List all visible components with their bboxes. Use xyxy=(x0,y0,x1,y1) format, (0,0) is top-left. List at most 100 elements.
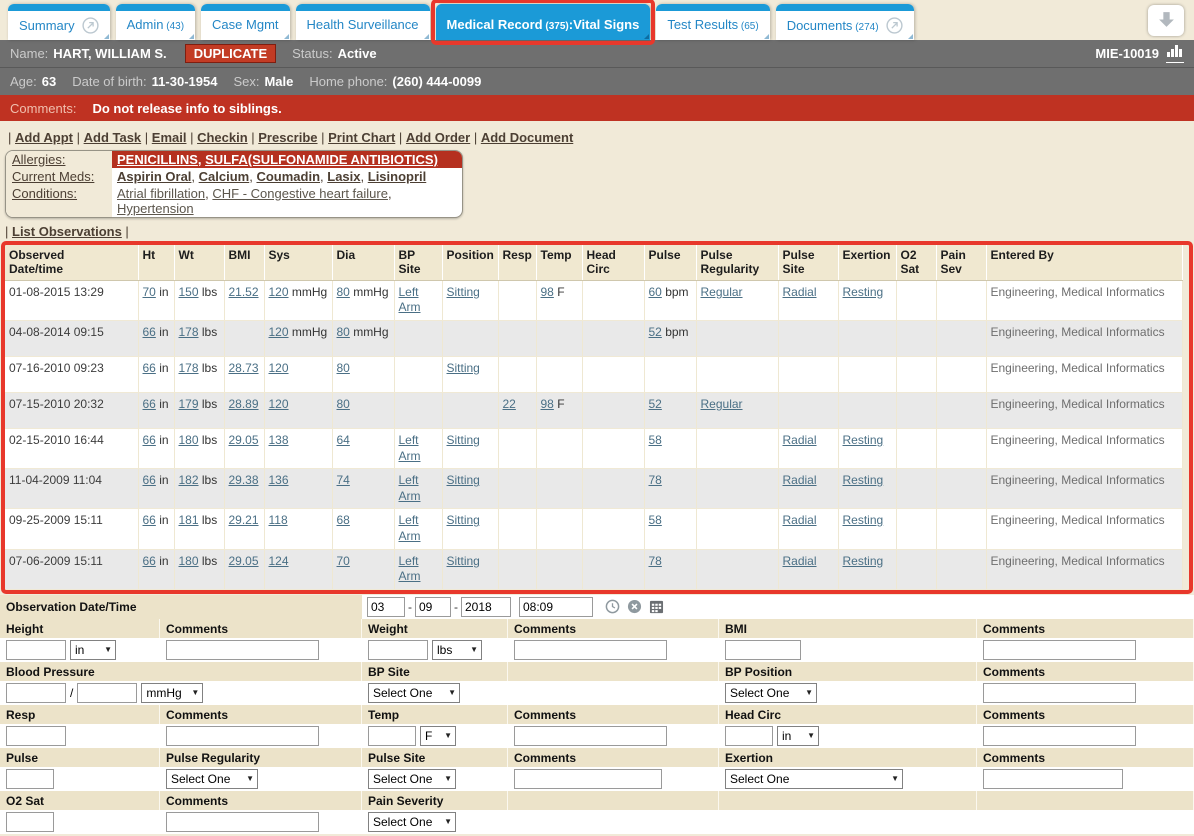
observation-value-link[interactable]: Left Arm xyxy=(399,473,421,503)
observation-value-link[interactable]: 52 xyxy=(649,397,662,411)
external-link-icon[interactable] xyxy=(82,17,99,37)
observation-value-link[interactable]: 80 xyxy=(337,361,350,375)
condition-link-hypertension[interactable]: Hypertension xyxy=(117,201,194,216)
observation-value-link[interactable]: 52 xyxy=(649,325,662,339)
bp-systolic-input[interactable] xyxy=(6,683,66,703)
observation-value-link[interactable]: 118 xyxy=(269,513,288,527)
observation-value-link[interactable]: Resting xyxy=(843,473,884,487)
observation-value-link[interactable]: 68 xyxy=(337,513,350,527)
obs-date-month-input[interactable] xyxy=(367,597,405,617)
observation-value-link[interactable]: 58 xyxy=(649,513,662,527)
observation-value-link[interactable]: 66 xyxy=(143,397,156,411)
head-circ-comments-input[interactable] xyxy=(983,726,1136,746)
observation-value-link[interactable]: Radial xyxy=(783,513,817,527)
observation-value-link[interactable]: 66 xyxy=(143,325,156,339)
tab-medical-record[interactable]: Medical Record (375):Vital Signs xyxy=(436,4,651,40)
expand-down-button[interactable] xyxy=(1148,5,1184,36)
observation-value-link[interactable]: 29.05 xyxy=(229,433,259,447)
observation-value-link[interactable]: 80 xyxy=(337,397,350,411)
bp-position-select[interactable]: Select One▼ xyxy=(725,683,817,703)
observation-value-link[interactable]: 98 xyxy=(541,285,554,299)
head-circ-input[interactable] xyxy=(725,726,773,746)
action-link-add-task[interactable]: Add Task xyxy=(84,130,142,145)
observation-value-link[interactable]: 28.89 xyxy=(229,397,259,411)
observation-value-link[interactable]: 80 xyxy=(337,325,350,339)
bp-site-select[interactable]: Select One▼ xyxy=(368,683,460,703)
observation-value-link[interactable]: 22 xyxy=(503,397,516,411)
bmi-input[interactable] xyxy=(725,640,801,660)
pulse-comments-input[interactable] xyxy=(514,769,662,789)
med-link-lasix[interactable]: Lasix xyxy=(327,169,360,184)
action-link-checkin[interactable]: Checkin xyxy=(197,130,248,145)
observation-value-link[interactable]: Left Arm xyxy=(399,433,421,463)
conditions-label-link[interactable]: Conditions: xyxy=(12,186,77,201)
observation-value-link[interactable]: 124 xyxy=(269,554,289,568)
observation-value-link[interactable]: 78 xyxy=(649,473,662,487)
observation-value-link[interactable]: Radial xyxy=(783,554,817,568)
bp-diastolic-input[interactable] xyxy=(77,683,137,703)
observation-value-link[interactable]: Radial xyxy=(783,433,817,447)
observation-value-link[interactable]: 74 xyxy=(337,473,350,487)
height-comments-input[interactable] xyxy=(166,640,319,660)
observation-value-link[interactable]: 179 xyxy=(179,397,199,411)
head-circ-unit-select[interactable]: in▼ xyxy=(777,726,819,746)
observation-value-link[interactable]: 64 xyxy=(337,433,350,447)
resp-input[interactable] xyxy=(6,726,66,746)
observation-value-link[interactable]: 120 xyxy=(269,361,289,375)
obs-date-year-input[interactable] xyxy=(461,597,511,617)
action-link-add-order[interactable]: Add Order xyxy=(406,130,470,145)
bp-comments-input[interactable] xyxy=(983,683,1136,703)
o2-sat-comments-input[interactable] xyxy=(166,812,319,832)
action-link-prescribe[interactable]: Prescribe xyxy=(258,130,317,145)
observation-value-link[interactable]: 66 xyxy=(143,513,156,527)
observation-value-link[interactable]: 150 xyxy=(179,285,199,299)
med-link-coumadin[interactable]: Coumadin xyxy=(256,169,320,184)
tab-test-results[interactable]: Test Results (65) xyxy=(656,4,769,40)
observation-value-link[interactable]: Resting xyxy=(843,433,884,447)
observation-value-link[interactable]: 178 xyxy=(179,361,199,375)
observation-value-link[interactable]: 120 xyxy=(269,325,289,339)
observation-value-link[interactable]: 60 xyxy=(649,285,662,299)
med-link-aspirin-oral[interactable]: Aspirin Oral xyxy=(117,169,191,184)
allergies-label-link[interactable]: Allergies: xyxy=(12,152,65,167)
o2-sat-input[interactable] xyxy=(6,812,54,832)
observation-value-link[interactable]: Left Arm xyxy=(399,513,421,543)
weight-comments-input[interactable] xyxy=(514,640,667,660)
observation-value-link[interactable]: 66 xyxy=(143,473,156,487)
bp-unit-select[interactable]: mmHg▼ xyxy=(141,683,203,703)
tab-documents[interactable]: Documents (274) xyxy=(776,4,914,40)
clear-icon[interactable] xyxy=(625,599,644,614)
observation-value-link[interactable]: Sitting xyxy=(447,433,480,447)
action-link-add-document[interactable]: Add Document xyxy=(481,130,573,145)
observation-value-link[interactable]: Regular xyxy=(701,285,743,299)
pain-severity-select[interactable]: Select One▼ xyxy=(368,812,456,832)
observation-value-link[interactable]: 21.52 xyxy=(229,285,259,299)
bmi-comments-input[interactable] xyxy=(983,640,1136,660)
observation-value-link[interactable]: 29.05 xyxy=(229,554,259,568)
temp-input[interactable] xyxy=(368,726,416,746)
tab-health-surveillance[interactable]: Health Surveillance xyxy=(296,4,430,40)
action-link-add-appt[interactable]: Add Appt xyxy=(15,130,73,145)
observation-value-link[interactable]: 29.21 xyxy=(229,513,259,527)
observation-value-link[interactable]: 182 xyxy=(179,473,199,487)
temp-unit-select[interactable]: F▼ xyxy=(420,726,456,746)
observation-value-link[interactable]: 70 xyxy=(143,285,156,299)
obs-date-day-input[interactable] xyxy=(415,597,451,617)
observation-value-link[interactable]: 180 xyxy=(179,554,199,568)
condition-link-chf-congestive-heart-failure[interactable]: CHF - Congestive heart failure xyxy=(212,186,388,201)
exertion-select[interactable]: Select One▼ xyxy=(725,769,903,789)
observation-value-link[interactable]: 180 xyxy=(179,433,199,447)
observation-value-link[interactable]: 28.73 xyxy=(229,361,259,375)
observation-value-link[interactable]: Regular xyxy=(701,397,743,411)
observation-value-link[interactable]: 58 xyxy=(649,433,662,447)
current-meds-label-link[interactable]: Current Meds: xyxy=(12,169,94,184)
pulse-site-select[interactable]: Select One▼ xyxy=(368,769,456,789)
obs-time-input[interactable] xyxy=(519,597,593,617)
observation-value-link[interactable]: Resting xyxy=(843,554,884,568)
observation-value-link[interactable]: 120 xyxy=(269,397,289,411)
tab-summary[interactable]: Summary xyxy=(8,4,110,40)
chart-icon[interactable] xyxy=(1166,44,1184,63)
resp-comments-input[interactable] xyxy=(166,726,319,746)
observation-value-link[interactable]: 120 xyxy=(269,285,289,299)
observation-value-link[interactable]: 66 xyxy=(143,554,156,568)
